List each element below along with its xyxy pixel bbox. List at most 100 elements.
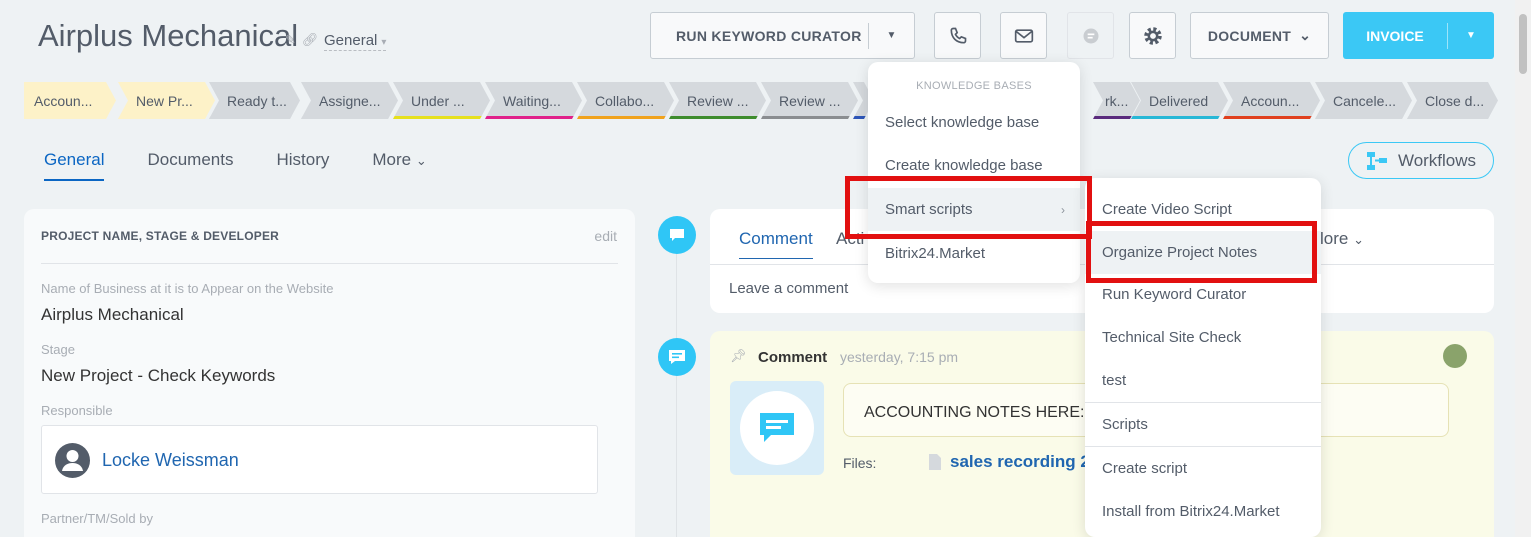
business-name-label: Name of Business at it is to Appear on t… [41, 281, 334, 296]
document-label: DOCUMENT [1207, 27, 1292, 44]
stage-label: Waiting... [503, 92, 561, 109]
tab-more-label: More [372, 150, 412, 169]
run-keyword-curator-label: RUN KEYWORD CURATOR [676, 27, 862, 44]
stage-item[interactable]: Review ... [761, 82, 858, 119]
invoice-button[interactable]: INVOICE ▼ [1343, 12, 1494, 59]
comment-type-icon [730, 381, 824, 475]
tab-editor-more[interactable]: lore ⌄ [1320, 229, 1364, 249]
stage-label: Delivered [1149, 92, 1209, 109]
run-keyword-curator-button[interactable]: RUN KEYWORD CURATOR ▼ [650, 12, 915, 59]
invoice-label: INVOICE [1366, 27, 1424, 44]
tab-editor-more-label: lore [1320, 229, 1349, 248]
user-icon [62, 450, 83, 471]
chat-button[interactable] [1067, 12, 1114, 59]
comment-timeline-icon [658, 216, 696, 254]
stage-item[interactable]: Close d... [1407, 82, 1498, 119]
category-label: General [324, 32, 378, 49]
pin-icon[interactable]: 📌︎ [730, 348, 747, 364]
stage-item[interactable]: Accoun... [1223, 82, 1320, 119]
stage-item[interactable]: Collabo... [577, 82, 674, 119]
stage-label: Accoun... [1241, 92, 1300, 109]
stage-label: Under ... [411, 92, 465, 109]
comment-timestamp: yesterday, 7:15 pm [840, 349, 959, 365]
card-heading: PROJECT NAME, STAGE & DEVELOPER [41, 229, 280, 243]
stage-label: Accoun... [34, 92, 93, 109]
stage-item[interactable]: New Pr... [118, 82, 215, 119]
chevron-down-icon[interactable]: ▼ [868, 22, 914, 49]
highlight-box-organize-notes [1086, 221, 1317, 283]
file-name: sales recording 2-2 [950, 452, 1105, 471]
workflows-button[interactable]: Workflows [1348, 142, 1494, 179]
category-selector[interactable]: General ▾ [324, 32, 387, 51]
settings-button[interactable] [1129, 12, 1176, 59]
stage-label: Review ... [687, 92, 749, 109]
chevron-down-icon: ▾ [381, 37, 387, 48]
responsible-name-link[interactable]: Locke Weissman [102, 450, 239, 471]
stage-label: Stage [41, 342, 75, 357]
tab-comment[interactable]: Comment [739, 229, 813, 259]
menu-heading: KNOWLEDGE BASES [916, 80, 1032, 92]
stage-item[interactable]: Review ... [669, 82, 766, 119]
files-label: Files: [843, 455, 877, 471]
email-button[interactable] [1000, 12, 1047, 59]
menu-item-create-script[interactable]: Create script [1085, 447, 1321, 490]
timeline-line [676, 235, 677, 537]
menu-item-select-kb[interactable]: Select knowledge base [868, 101, 1080, 144]
stage-label: New Pr... [136, 92, 193, 109]
workflow-icon [1366, 151, 1387, 170]
tab-documents[interactable]: Documents [147, 150, 233, 181]
edit-link[interactable]: edit [594, 228, 617, 244]
tab-more[interactable]: More ⌄ [372, 150, 426, 181]
envelope-icon [1014, 28, 1033, 43]
responsible-label: Responsible [41, 403, 113, 418]
document-button[interactable]: DOCUMENT ⌄ [1190, 12, 1329, 59]
menu-item-technical-site-check[interactable]: Technical Site Check [1085, 316, 1321, 359]
stage-label: Collabo... [595, 92, 655, 109]
stage-item[interactable]: Waiting... [485, 82, 582, 119]
stage-item[interactable]: Cancele... [1315, 82, 1412, 119]
stage-item[interactable]: Delivered [1131, 82, 1228, 119]
menu-item-install-market[interactable]: Install from Bitrix24.Market [1085, 490, 1321, 533]
knowledge-bases-menu: KNOWLEDGE BASES Select knowledge base Cr… [868, 62, 1080, 283]
file-icon [929, 454, 941, 470]
stage-item[interactable]: Accoun... [24, 82, 116, 119]
message-icon [760, 413, 794, 442]
stage-label: Cancele... [1333, 92, 1397, 109]
project-details-card: PROJECT NAME, STAGE & DEVELOPER edit Nam… [24, 209, 635, 537]
responsible-box: Locke Weissman [41, 425, 598, 494]
message-timeline-icon [658, 338, 696, 376]
workflows-label: Workflows [1397, 150, 1477, 170]
phone-button[interactable] [934, 12, 981, 59]
chevron-down-icon: ⌄ [1353, 232, 1364, 247]
highlight-box-smart-scripts [845, 176, 1092, 239]
chevron-down-icon: ⌄ [1299, 27, 1312, 43]
business-name-value: Airplus Mechanical [41, 305, 184, 324]
link-icon[interactable]: 🔗︎ [302, 32, 319, 48]
stage-item[interactable]: Ready t... [209, 82, 300, 119]
gear-icon [1143, 26, 1162, 45]
stage-item[interactable]: rk... [1093, 82, 1140, 119]
chat-icon [1083, 28, 1098, 43]
file-link[interactable]: sales recording 2-2 [928, 452, 1105, 472]
stage-item[interactable]: Under ... [393, 82, 490, 119]
stage-label: Review ... [779, 92, 841, 109]
tab-general[interactable]: General [44, 150, 105, 181]
avatar[interactable] [55, 443, 90, 478]
tab-history[interactable]: History [276, 150, 329, 181]
stage-label: Ready t... [227, 92, 287, 109]
avatar[interactable] [1443, 344, 1467, 368]
pencil-icon[interactable]: ✎ [285, 32, 296, 48]
partner-label: Partner/TM/Sold by [41, 511, 153, 526]
comment-text: ACCOUNTING NOTES HERE: [864, 404, 1085, 421]
detail-tabs: General Documents History More ⌄ [44, 150, 427, 181]
comment-input[interactable]: Leave a comment [729, 280, 848, 297]
menu-item-test[interactable]: test [1085, 359, 1321, 402]
stage-label: rk... [1105, 92, 1129, 109]
page-scrollbar[interactable] [1515, 0, 1531, 537]
comment-title: Comment [758, 349, 828, 366]
stage-item[interactable]: Assigne... [301, 82, 398, 119]
menu-item-scripts[interactable]: Scripts [1085, 403, 1321, 446]
stage-value: New Project - Check Keywords [41, 366, 276, 385]
chevron-down-icon[interactable]: ▼ [1448, 30, 1494, 41]
phone-icon [949, 27, 966, 44]
